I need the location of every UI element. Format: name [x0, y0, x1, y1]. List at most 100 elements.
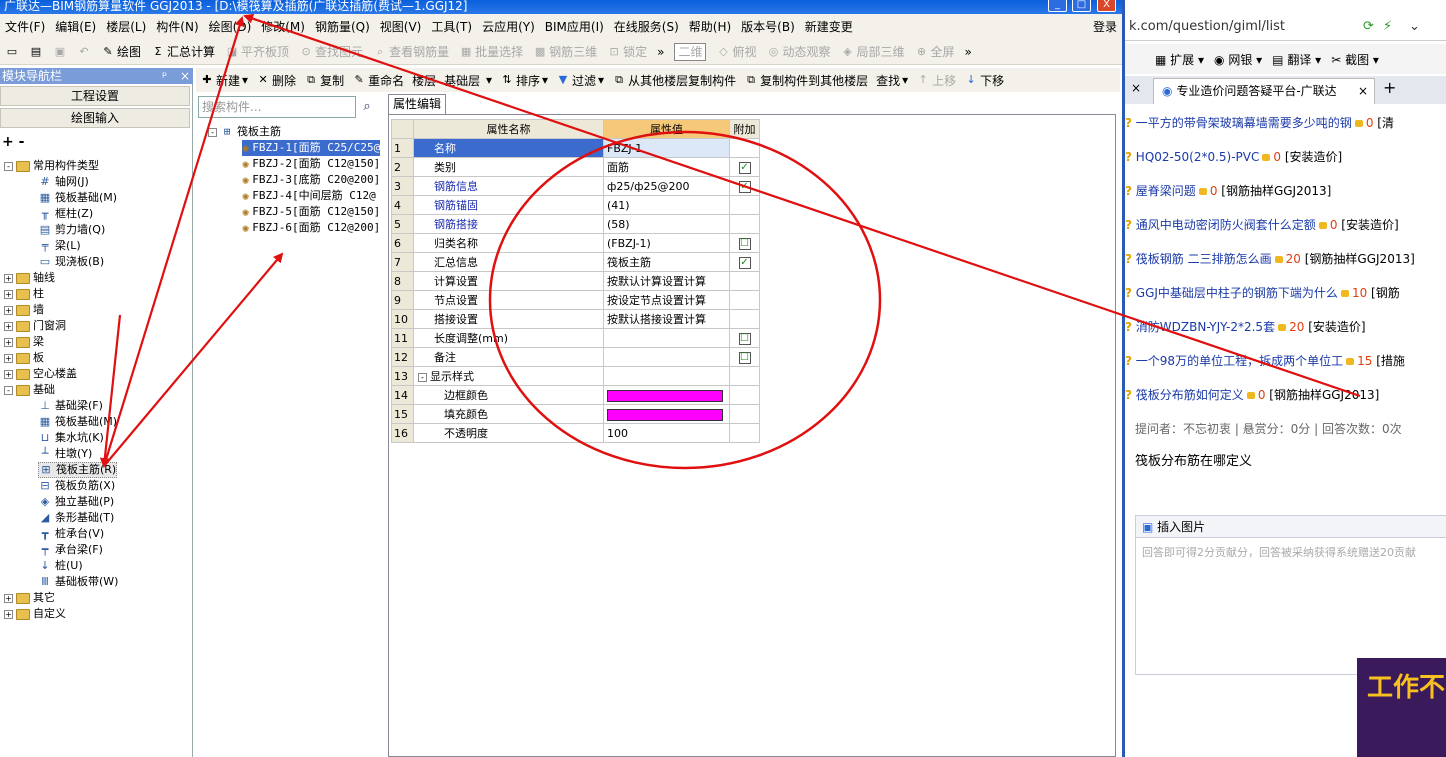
toolbar-overflow-icon[interactable]: »	[652, 45, 669, 59]
menu-cloud[interactable]: 云应用(Y)	[477, 18, 540, 35]
extra-checkbox[interactable]: ✓	[738, 257, 751, 269]
question-item[interactable]: ? 消防WDZBN-YJY-2*2.5套 20 [安装造价]	[1125, 314, 1366, 340]
menu-draw[interactable]: 绘图(D)	[204, 18, 257, 35]
bookmark-translate[interactable]: ▤ 翻译 ▾	[1272, 51, 1321, 68]
draw-button[interactable]: ✎ 绘图	[96, 43, 146, 60]
maximize-button[interactable]: □	[1072, 0, 1091, 12]
close-button[interactable]: X	[1097, 0, 1116, 12]
tree-hollow-floor[interactable]: + 空心楼盖	[4, 366, 77, 382]
menu-edit[interactable]: 编辑(E)	[50, 18, 101, 35]
tree-other[interactable]: + 其它	[4, 590, 55, 606]
menu-help[interactable]: 帮助(H)	[684, 18, 736, 35]
new-tab-button[interactable]: +	[1383, 78, 1396, 97]
question-title[interactable]: 一平方的带骨架玻璃幕墙需要多少吨的钢	[1136, 116, 1352, 130]
property-row[interactable]: 16 不透明度 100	[391, 423, 760, 443]
tree-raft-main-rebar[interactable]: ⊞ 筏板主筋(R)	[38, 462, 118, 478]
tree-column-pier[interactable]: ┴ 柱墩(Y)	[38, 446, 93, 462]
menu-bim[interactable]: BIM应用(I)	[540, 18, 609, 35]
prop-value-cell[interactable]	[603, 347, 730, 367]
draw-input-button[interactable]: 绘图输入	[0, 108, 190, 128]
tree-columns[interactable]: + 柱	[4, 286, 44, 302]
tree-grid[interactable]: # 轴网(J)	[38, 174, 88, 190]
tree-cast-slab[interactable]: ▭ 现浇板(B)	[38, 254, 104, 270]
property-row[interactable]: 12 备注 ☐	[391, 347, 760, 367]
login-button[interactable]: 登录	[1088, 18, 1122, 35]
find-button[interactable]: 查找 ▾	[872, 72, 912, 89]
question-title[interactable]: HQ02-50(2*0.5)-PVC	[1136, 150, 1260, 164]
question-title[interactable]: 消防WDZBN-YJY-2*2.5套	[1136, 320, 1275, 334]
component-search-input[interactable]: 搜索构件...	[198, 96, 356, 118]
property-row[interactable]: 10 搭接设置 按默认搭接设置计算	[391, 309, 760, 329]
sort-button[interactable]: ⇅ 排序 ▾	[496, 72, 552, 89]
tree-common-types[interactable]: - 常用构件类型	[4, 158, 99, 174]
summary-calc-button[interactable]: Σ 汇总计算	[146, 43, 220, 60]
tree-axis[interactable]: + 轴线	[4, 270, 55, 286]
tree-foundation[interactable]: - 基础	[4, 382, 55, 398]
prop-value-cell[interactable]: (58)	[603, 214, 730, 234]
filter-button[interactable]: ▼ 过滤 ▾	[552, 72, 608, 89]
delete-button[interactable]: ✕ 删除	[252, 72, 300, 89]
component-item[interactable]: ✺ FBZJ-3[底筋 C20@200]	[242, 172, 380, 188]
tree-walls[interactable]: + 墙	[4, 302, 44, 318]
new-component-button[interactable]: ✚ 新建 ▾	[196, 72, 252, 89]
top-view-button[interactable]: ◇ 俯视	[711, 43, 761, 60]
collapse-icon[interactable]: -	[418, 373, 427, 382]
color-swatch[interactable]	[607, 389, 723, 402]
menu-view[interactable]: 视图(V)	[375, 18, 427, 35]
question-title[interactable]: 筏板钢筋 二三排筋怎么画	[1136, 252, 1272, 266]
tree-openings[interactable]: + 门窗洞	[4, 318, 66, 334]
prop-value-cell[interactable]: (41)	[603, 195, 730, 215]
tree-frame-column[interactable]: ╥ 框柱(Z)	[38, 206, 93, 222]
pin-icon[interactable]: ᵖ	[162, 68, 167, 84]
prop-value-cell[interactable]	[603, 366, 730, 386]
minimize-button[interactable]: _	[1048, 0, 1067, 12]
new-change-button[interactable]: 新建变更	[800, 18, 858, 35]
tree-cap-beam[interactable]: ┯ 承台梁(F)	[38, 542, 103, 558]
tree-custom[interactable]: + 自定义	[4, 606, 66, 622]
menu-version[interactable]: 版本号(B)	[736, 18, 800, 35]
question-title[interactable]: GGJ中基础层中柱子的钢筋下端为什么	[1136, 286, 1338, 300]
color-swatch[interactable]	[607, 408, 723, 421]
bookmark-screenshot[interactable]: ✂ 截图 ▾	[1331, 51, 1379, 68]
property-row[interactable]: 11 长度调整(mm) ☐	[391, 328, 760, 348]
component-item[interactable]: ✺ FBZJ-5[面筋 C12@150]	[242, 204, 380, 220]
property-row[interactable]: 15 填充颜色	[391, 404, 760, 424]
tree-foundation-band[interactable]: Ⅲ 基础板带(W)	[38, 574, 118, 590]
extra-checkbox[interactable]: ✓	[738, 162, 751, 174]
nav-close-icon[interactable]: ×	[180, 68, 190, 84]
property-row[interactable]: 14 边框颜色	[391, 385, 760, 405]
component-item[interactable]: ✺ FBZJ-2[面筋 C12@150]	[242, 156, 380, 172]
prop-value-cell[interactable]	[603, 385, 730, 405]
property-row[interactable]: 8 计算设置 按默认计算设置计算	[391, 271, 760, 291]
question-title[interactable]: 通风中电动密闭防火阀套什么定额	[1136, 218, 1316, 232]
component-item[interactable]: ✺ FBZJ-1[面筋 C25/C25@	[242, 140, 381, 156]
prop-value-cell[interactable]: ф25/ф25@200	[603, 176, 730, 196]
extra-checkbox[interactable]: ☐	[738, 352, 751, 364]
property-row[interactable]: 6 归类名称 (FBZJ-1) ☐	[391, 233, 760, 253]
prop-value-cell[interactable]: FBZJ-1	[603, 138, 730, 158]
prop-value-cell[interactable]: 面筋	[603, 157, 730, 177]
ad-banner[interactable]: 工作不能	[1357, 658, 1446, 757]
tree-pile-cap[interactable]: ┳ 桩承台(V)	[38, 526, 104, 542]
flat-board-button[interactable]: ◪ 平齐板顶	[220, 43, 294, 60]
tree-f-raft[interactable]: ▦ 筏板基础(M)	[38, 414, 117, 430]
extra-checkbox[interactable]: ☐	[738, 333, 751, 345]
property-row[interactable]: 1 名称 FBZJ-1	[391, 138, 760, 158]
prop-value-cell[interactable]: 筏板主筋	[603, 252, 730, 272]
question-item[interactable]: ? HQ02-50(2*0.5)-PVC 0 [安装造价]	[1125, 144, 1342, 170]
tree-raft-neg-rebar[interactable]: ⊟ 筏板负筋(X)	[38, 478, 115, 494]
question-title[interactable]: 筏板分布筋如何定义	[1136, 388, 1244, 402]
menu-tools[interactable]: 工具(T)	[426, 18, 477, 35]
question-item[interactable]: ? 屋脊梁问题 0 [钢筋抽样GGJ2013]	[1125, 178, 1331, 204]
search-icon[interactable]: ⌕	[358, 98, 376, 116]
view-rebar-button[interactable]: ⌕ 查看钢筋量	[368, 43, 454, 60]
copy-button[interactable]: ⧉ 复制	[300, 72, 348, 89]
question-item[interactable]: ? GGJ中基础层中柱子的钢筋下端为什么 10 [钢筋	[1125, 280, 1400, 306]
batch-select-button[interactable]: ▦ 批量选择	[454, 43, 528, 60]
tab-close-icon[interactable]: ×	[1358, 79, 1368, 103]
tree-foundation-beam[interactable]: ⊥ 基础梁(F)	[38, 398, 103, 414]
property-row[interactable]: 3 钢筋信息 ф25/ф25@200 ✓	[391, 176, 760, 196]
property-row[interactable]: 5 钢筋搭接 (58)	[391, 214, 760, 234]
fullscreen-button[interactable]: ⊕ 全屏	[910, 43, 960, 60]
menu-online[interactable]: 在线服务(S)	[609, 18, 684, 35]
